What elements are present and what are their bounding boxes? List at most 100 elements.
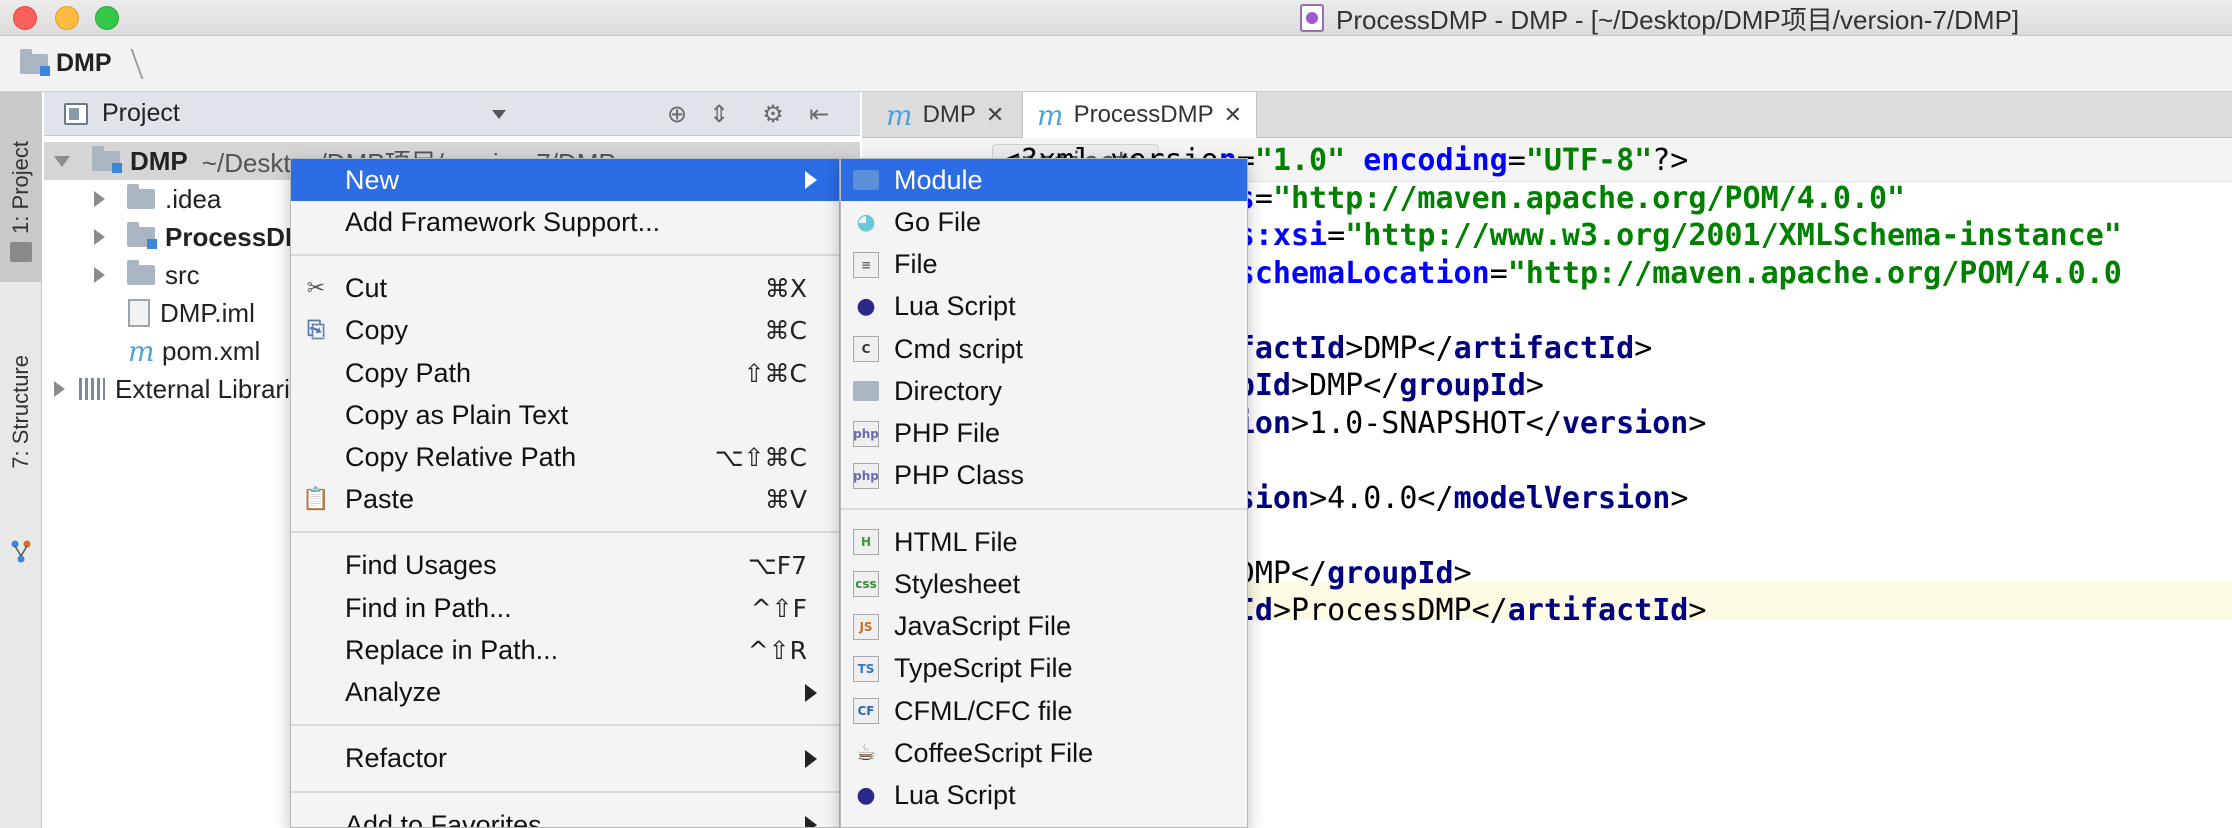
- new-item-php-file[interactable]: php PHP File: [841, 413, 1247, 455]
- module-folder-icon: [20, 48, 50, 76]
- collapse-all-icon[interactable]: ⇕: [706, 102, 732, 126]
- menu-item-label: Copy Relative Path: [345, 442, 577, 473]
- project-tool-icon: [10, 242, 32, 262]
- menu-item-label: Lua Script: [894, 291, 1016, 322]
- new-item-typescript-file[interactable]: TS TypeScript File: [841, 648, 1247, 690]
- tab-dmp[interactable]: m DMP ✕: [872, 92, 1018, 138]
- code-token: =: [1254, 180, 1273, 216]
- maven-file-icon: m: [1037, 98, 1064, 132]
- menu-item-analyze[interactable]: Analyze: [291, 672, 839, 714]
- folder-icon: [127, 184, 155, 209]
- menu-item-label: Copy: [345, 315, 409, 346]
- new-item-coffeescript-file[interactable]: ☕ CoffeeScript File: [841, 732, 1247, 774]
- menu-item-label: Lua Script: [894, 780, 1016, 811]
- tree-node-external-libraries[interactable]: External Libraries: [44, 370, 317, 408]
- menu-separator: [291, 724, 839, 727]
- menu-item-add-framework-support[interactable]: Add Framework Support...: [291, 201, 839, 243]
- close-window-button[interactable]: [13, 6, 37, 30]
- minimize-window-button[interactable]: [55, 6, 79, 30]
- expand-arrow-icon[interactable]: [54, 155, 70, 167]
- menu-item-label: Copy as Plain Text: [345, 399, 569, 430]
- menu-item-label: Cut: [345, 273, 388, 304]
- new-item-javascript-file[interactable]: JS JavaScript File: [841, 605, 1247, 647]
- menu-item-label: New: [345, 164, 400, 195]
- new-item-go-file[interactable]: ◕ Go File: [841, 201, 1247, 243]
- expand-arrow-icon[interactable]: [54, 381, 65, 397]
- menu-item-label: Refactor: [345, 743, 448, 774]
- tree-node-processdmp[interactable]: ProcessDMP: [44, 218, 324, 256]
- tree-node-label: src: [165, 259, 200, 290]
- menu-item-cut[interactable]: ✂ Cut ⌘X: [291, 267, 839, 309]
- code-token: =: [1489, 255, 1508, 291]
- menu-item-label: JavaScript File: [894, 611, 1072, 642]
- new-item-cmd-script[interactable]: C Cmd script: [841, 328, 1247, 370]
- menu-item-copy-as-plain-text[interactable]: Copy as Plain Text: [291, 394, 839, 436]
- menu-item-refactor[interactable]: Refactor: [291, 738, 839, 780]
- module-folder-icon: [92, 146, 122, 173]
- menu-item-add-to-favorites[interactable]: Add to Favorites: [291, 804, 839, 828]
- new-item-stylesheet[interactable]: css Stylesheet: [841, 563, 1247, 605]
- coffeescript-icon: ☕: [856, 740, 876, 766]
- menu-item-new[interactable]: New: [291, 159, 839, 202]
- tab-processdmp[interactable]: m ProcessDMP ✕: [1022, 92, 1258, 138]
- tree-node-pom-xml[interactable]: m pom.xml: [44, 332, 260, 370]
- menu-item-find-in-path[interactable]: Find in Path... ^⇧F: [291, 587, 839, 629]
- breadcrumb-dmp[interactable]: DMP: [56, 49, 112, 78]
- menu-item-label: Cmd script: [894, 333, 1024, 364]
- lua-icon: ●: [856, 294, 876, 320]
- menu-item-label: Add to Favorites: [345, 809, 542, 828]
- menu-item-label: CoffeeScript File: [894, 737, 1094, 768]
- menu-item-label: CFML/CFC file: [894, 695, 1073, 726]
- expand-arrow-icon[interactable]: [94, 229, 105, 245]
- new-item-html-file[interactable]: H HTML File: [841, 521, 1247, 563]
- code-token: artifactId: [1507, 593, 1689, 628]
- menu-item-label: Replace in Path...: [345, 634, 559, 665]
- project-view-selector[interactable]: Project: [102, 99, 180, 128]
- new-item-lua-script[interactable]: ● Lua Script: [841, 774, 1247, 816]
- cfml-file-icon: CF: [853, 698, 879, 725]
- close-icon[interactable]: ✕: [986, 103, 1004, 128]
- expand-arrow-icon[interactable]: [94, 267, 105, 283]
- code-token: artifactId: [1453, 330, 1635, 366]
- menu-item-shortcut: ⌥⇧⌘C: [714, 443, 807, 473]
- expand-arrow-icon[interactable]: [94, 191, 105, 207]
- code-token: "http://www.w3.org/2001/XMLSchema-instan…: [1345, 218, 2122, 253]
- menu-item-shortcut: ^⇧R: [747, 635, 807, 665]
- menu-item-copy[interactable]: ⎘ Copy ⌘C: [291, 310, 839, 352]
- window-title-text: ProcessDMP - DMP - [~/Desktop/DMP项目/vers…: [1336, 4, 2020, 35]
- code-token: >ProcessDMP</: [1272, 593, 1508, 628]
- project-view-icon: [64, 102, 88, 125]
- menu-item-find-usages[interactable]: Find Usages ⌥F7: [291, 545, 839, 587]
- menu-item-paste[interactable]: 📋 Paste ⌘V: [291, 479, 839, 521]
- paste-icon: 📋: [302, 487, 330, 513]
- close-icon[interactable]: ✕: [1224, 103, 1242, 128]
- zoom-window-button[interactable]: [95, 6, 119, 30]
- new-item-directory[interactable]: Directory: [841, 370, 1247, 412]
- tab-label: DMP: [922, 101, 976, 128]
- menu-item-copy-relative-path[interactable]: Copy Relative Path ⌥⇧⌘C: [291, 436, 839, 478]
- new-item-file[interactable]: ≡ File: [841, 244, 1247, 286]
- tree-node-idea[interactable]: .idea: [44, 180, 221, 218]
- menu-item-replace-in-path[interactable]: Replace in Path... ^⇧R: [291, 629, 839, 671]
- menu-item-copy-path[interactable]: Copy Path ⇧⌘C: [291, 352, 839, 394]
- chevron-down-icon[interactable]: [492, 110, 506, 119]
- breadcrumb-chevron-icon: [118, 48, 144, 79]
- menu-item-shortcut: ⌘V: [764, 485, 807, 515]
- php-class-icon: php: [853, 462, 879, 489]
- hide-panel-icon[interactable]: ⇤: [806, 102, 832, 126]
- locate-target-icon[interactable]: ⊕: [664, 102, 690, 126]
- tree-node-src[interactable]: src: [44, 256, 200, 294]
- gear-icon[interactable]: ⚙: [760, 102, 786, 126]
- iml-file-icon: [128, 299, 150, 327]
- structure-tool-tab[interactable]: 7: Structure: [0, 292, 42, 532]
- new-item-cfml-cfc-file[interactable]: CF CFML/CFC file: [841, 690, 1247, 732]
- new-item-lua-script[interactable]: ● Lua Script: [841, 286, 1247, 328]
- cmd-icon: C: [853, 336, 879, 363]
- menu-item-label: File: [894, 249, 938, 280]
- new-item-php-class[interactable]: php PHP Class: [841, 455, 1247, 497]
- code-token: =: [1507, 143, 1526, 178]
- structure-tool-tab-label: 7: Structure: [8, 355, 33, 469]
- folder-icon: [853, 381, 879, 402]
- tree-node-dmp-iml[interactable]: DMP.iml: [44, 294, 255, 332]
- new-item-module[interactable]: Module: [841, 159, 1247, 202]
